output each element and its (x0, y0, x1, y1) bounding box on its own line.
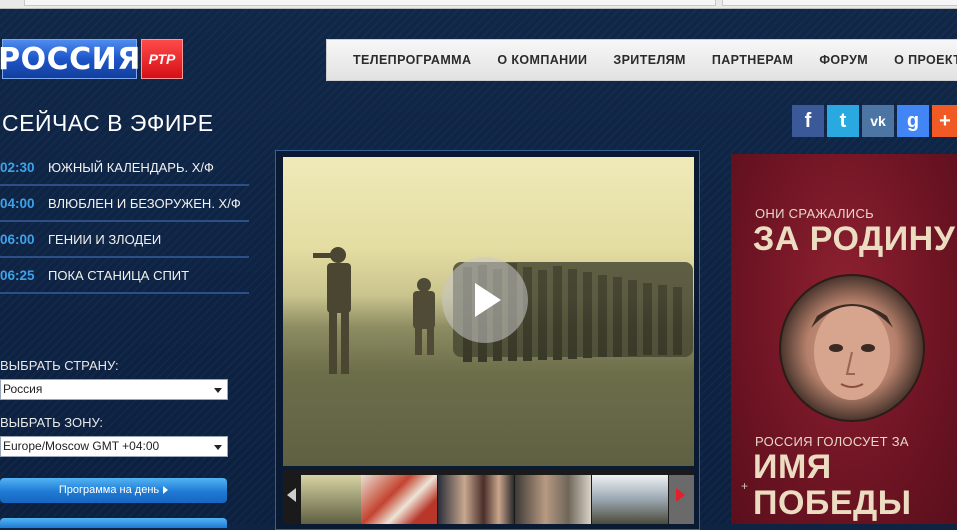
on-air-heading: СЕЙЧАС В ЭФИРЕ (2, 110, 214, 136)
ad-banner[interactable]: ОНИ СРАЖАЛИСЬ ЗА РОДИНУ РОССИЯ ГОЛОСУЕТ … (731, 154, 957, 524)
ad-line-2: ЗА РОДИНУ (753, 220, 956, 258)
site-logo[interactable]: РОССИЯ РТР (0, 39, 183, 81)
schedule-row[interactable]: 06:25 ПОКА СТАНИЦА СПИТ (0, 258, 249, 294)
ad-line-3: РОССИЯ ГОЛОСУЕТ ЗА (755, 434, 909, 449)
chevron-down-icon (214, 445, 222, 450)
nav-item-tv-schedule[interactable]: ТЕЛЕПРОГРАММА (327, 53, 484, 67)
schedule-time: 02:30 (0, 160, 35, 175)
ad-portrait-image (779, 274, 925, 422)
country-select-label: ВЫБРАТЬ СТРАНУ: (0, 358, 119, 373)
play-icon (475, 283, 501, 317)
video-thumbnail[interactable] (438, 475, 514, 524)
schedule-row[interactable]: 02:30 ЮЖНЫЙ КАЛЕНДАРЬ. Х/Ф (0, 150, 249, 186)
country-select-value: Россия (3, 382, 43, 396)
chevron-right-icon[interactable] (676, 488, 685, 502)
on-air-schedule: 02:30 ЮЖНЫЙ КАЛЕНДАРЬ. Х/Ф 04:00 ВЛЮБЛЕН… (0, 150, 249, 294)
zone-select[interactable]: Europe/Moscow GMT +04:00 (0, 436, 228, 457)
portrait-face (811, 304, 893, 400)
nav-item-forum[interactable]: ФОРУМ (806, 53, 881, 67)
nav-item-partners[interactable]: ПАРТНЕРАМ (699, 53, 806, 67)
browser-search-bar[interactable] (722, 0, 957, 6)
zone-select-label: ВЫБРАТЬ ЗОНУ: (0, 415, 104, 430)
schedule-row[interactable]: 06:00 ГЕНИИ И ЗЛОДЕИ (0, 222, 249, 258)
daily-program-button[interactable]: Программа на день (0, 478, 227, 503)
social-share-bar: f t vk g + (792, 105, 957, 137)
video-thumbnail-strip (283, 470, 694, 524)
schedule-row[interactable]: 04:00 ВЛЮБЛЕН И БЕЗОРУЖЕН. Х/Ф (0, 186, 249, 222)
schedule-title: ПОКА СТАНИЦА СПИТ (48, 268, 190, 283)
ad-line-4: ИМЯ (753, 448, 832, 486)
twitter-icon[interactable]: t (827, 105, 859, 137)
schedule-time: 04:00 (0, 196, 35, 211)
nav-item-viewers[interactable]: ЗРИТЕЛЯМ (600, 53, 699, 67)
schedule-time: 06:25 (0, 268, 35, 283)
ad-plus-icon: + (741, 479, 749, 493)
chevron-down-icon (214, 388, 222, 393)
video-thumbnail[interactable] (515, 475, 591, 524)
main-navigation: ТЕЛЕПРОГРАММА О КОМПАНИИ ЗРИТЕЛЯМ ПАРТНЕ… (326, 39, 957, 81)
arrow-right-icon (163, 486, 169, 495)
logo-badge: РТР (141, 39, 183, 79)
ad-line-1: ОНИ СРАЖАЛИСЬ (755, 206, 874, 221)
zone-select-value: Europe/Moscow GMT +04:00 (3, 439, 160, 453)
share-more-icon[interactable]: + (932, 105, 957, 137)
google-icon[interactable]: g (897, 105, 929, 137)
chevron-left-icon[interactable] (287, 488, 296, 502)
nav-item-projects[interactable]: О ПРОЕКТАХ (881, 53, 957, 67)
schedule-title: ГЕНИИ И ЗЛОДЕИ (48, 232, 162, 247)
schedule-title: ЮЖНЫЙ КАЛЕНДАРЬ. Х/Ф (48, 160, 214, 175)
browser-address-bar[interactable] (24, 0, 716, 6)
play-button[interactable] (442, 257, 528, 343)
secondary-button[interactable] (0, 518, 227, 528)
video-thumbnail[interactable] (592, 475, 668, 524)
schedule-title: ВЛЮБЛЕН И БЕЗОРУЖЕН. Х/Ф (48, 196, 241, 211)
video-thumbnail[interactable] (361, 475, 437, 524)
country-select[interactable]: Россия (0, 379, 228, 400)
daily-program-button-label: Программа на день (58, 484, 160, 496)
facebook-icon[interactable]: f (792, 105, 824, 137)
schedule-time: 06:00 (0, 232, 35, 247)
browser-chrome (0, 0, 957, 9)
vkontakte-icon[interactable]: vk (862, 105, 894, 137)
ad-line-5: ПОБЕДЫ (753, 484, 912, 522)
nav-item-about-company[interactable]: О КОМПАНИИ (484, 53, 600, 67)
logo-wordmark: РОССИЯ (0, 39, 140, 79)
